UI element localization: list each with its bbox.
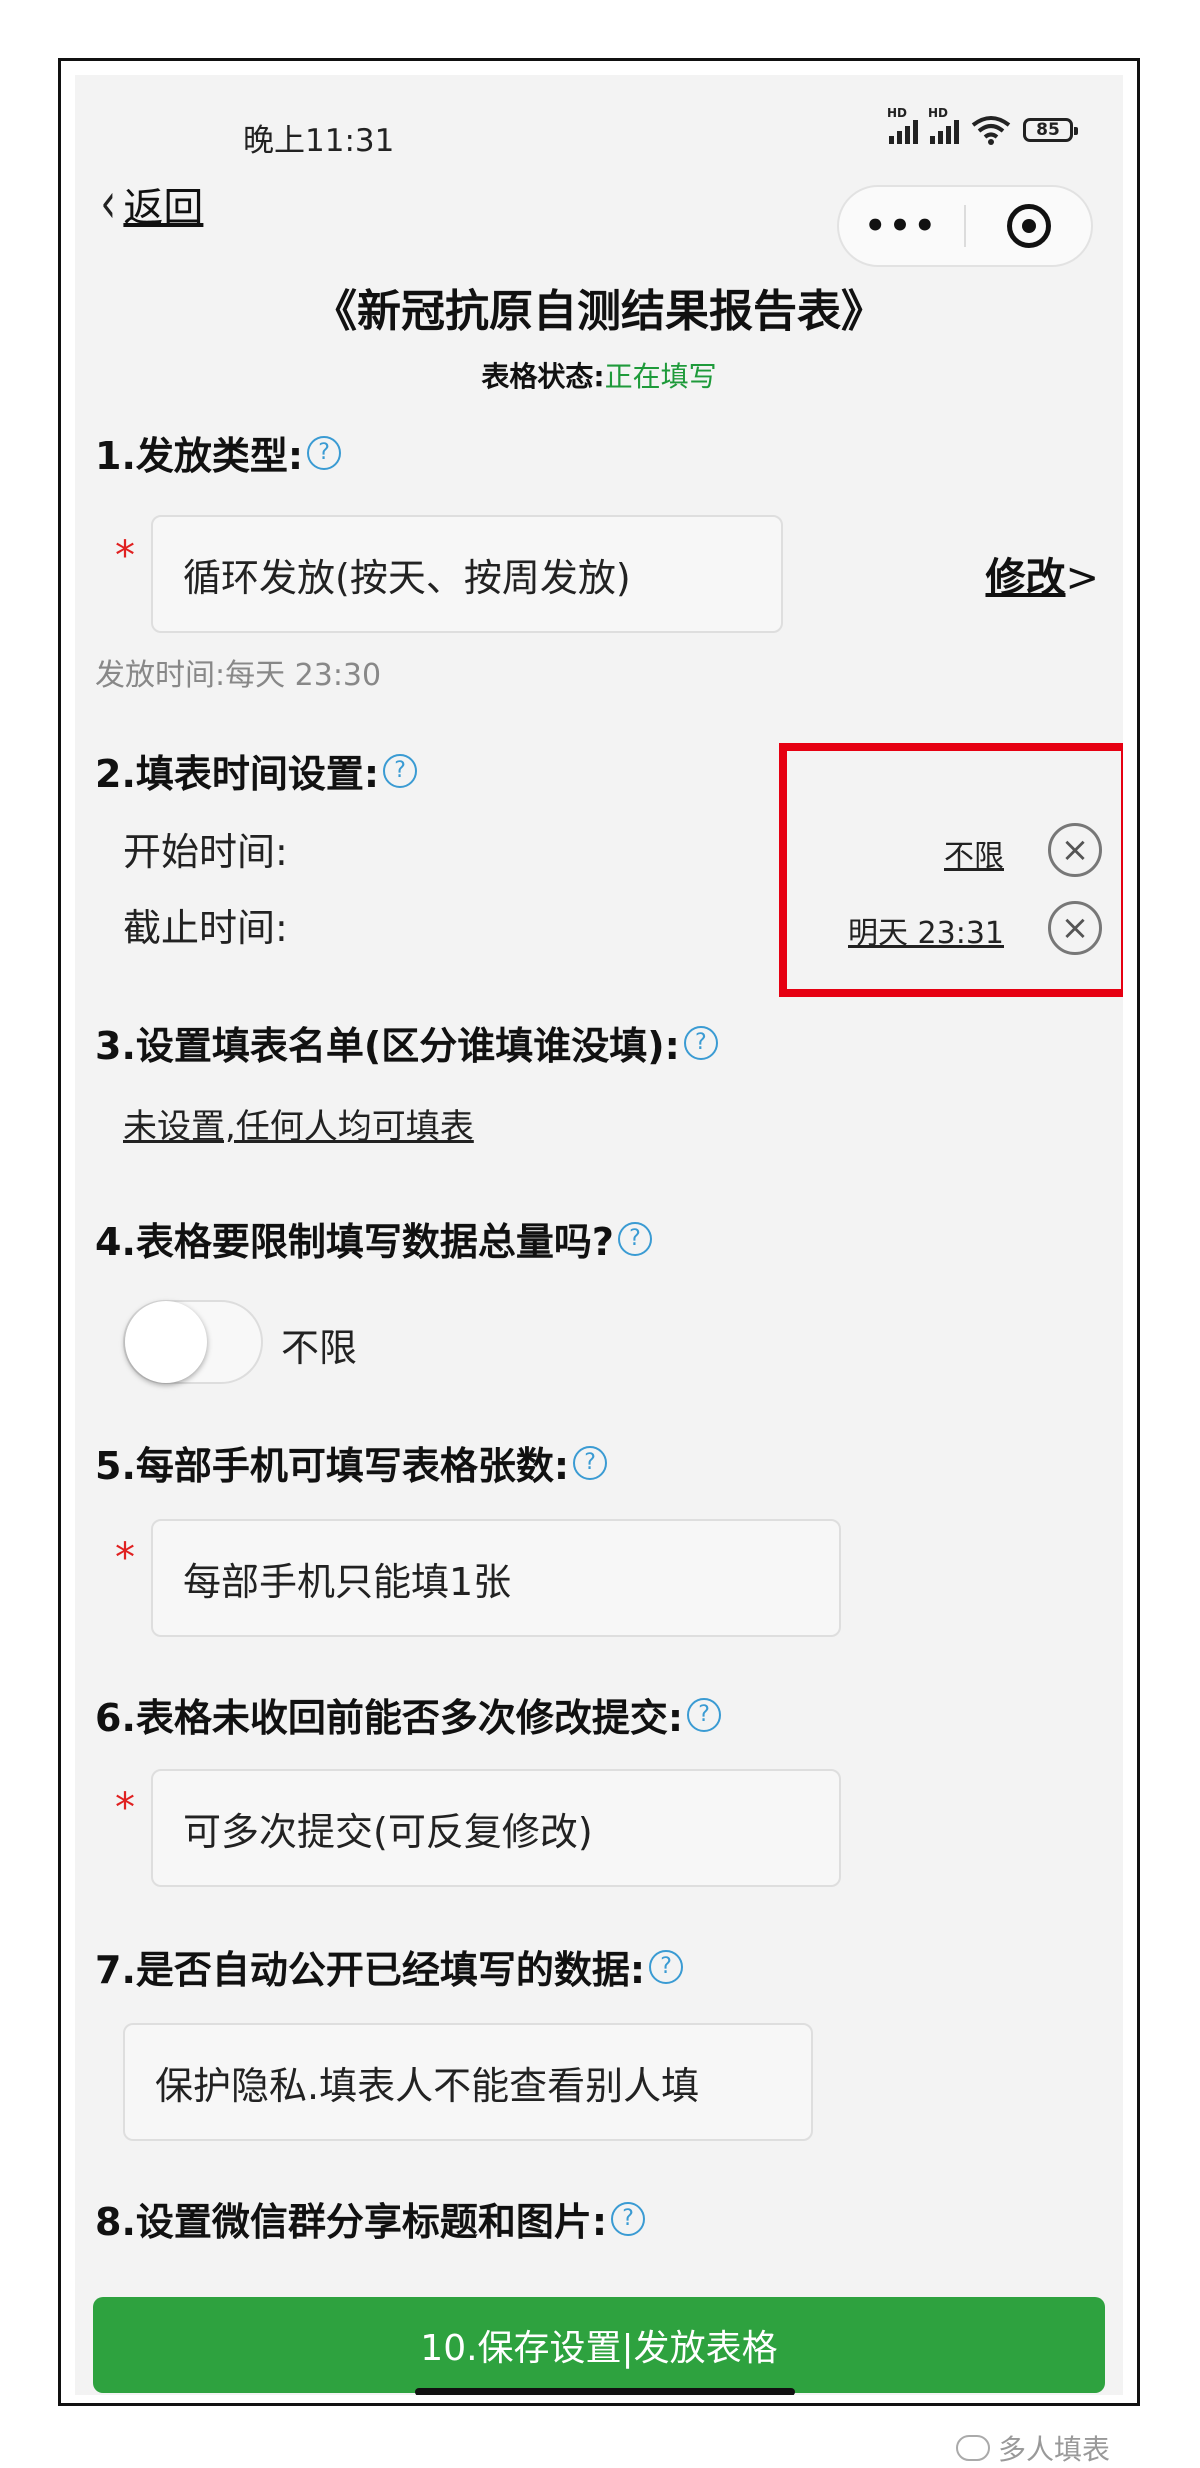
signal-icon: HD: [928, 106, 959, 144]
home-indicator: [415, 2388, 795, 2395]
screenshot-frame: 晚上11:31 HD HD 85 ‹ 返回 ••• 《新冠抗原自测结果报告表》 …: [58, 58, 1140, 2406]
help-icon[interactable]: ?: [307, 435, 342, 470]
section-7-title: 7.是否自动公开已经填写的数据: ?: [95, 1939, 684, 1994]
required-mark: *: [115, 533, 135, 579]
section-8-title: 8.设置微信群分享标题和图片: ?: [95, 2191, 646, 2246]
more-icon[interactable]: •••: [839, 206, 964, 246]
form-status-label: 表格状态:: [481, 360, 605, 393]
end-time-value[interactable]: 明天 23:31: [848, 908, 1004, 952]
per-phone-limit-select[interactable]: 每部手机只能填1张: [151, 1519, 841, 1637]
chevron-left-icon: ‹: [100, 171, 117, 236]
form-status-value: 正在填写: [604, 360, 717, 393]
form-status: 表格状态:正在填写: [75, 355, 1123, 395]
help-icon[interactable]: ?: [383, 753, 418, 788]
wechat-icon: [955, 2435, 990, 2461]
section-2-title: 2.填表时间设置: ?: [95, 743, 418, 798]
close-miniprogram-button[interactable]: [966, 204, 1091, 248]
section-3-title: 3.设置填表名单(区分谁填谁没填): ?: [95, 1015, 718, 1070]
page-title: 《新冠抗原自测结果报告表》: [313, 286, 885, 337]
battery-icon: 85: [1023, 118, 1078, 142]
required-mark: *: [115, 1785, 135, 1831]
target-icon: [1006, 204, 1051, 248]
help-icon[interactable]: ?: [617, 1221, 652, 1256]
section-4-title: 4.表格要限制填写数据总量吗? ?: [95, 1211, 652, 1266]
end-time-label: 截止时间:: [123, 906, 288, 950]
required-mark: *: [115, 1535, 135, 1581]
start-time-value[interactable]: 不限: [944, 831, 1004, 875]
clear-icon[interactable]: ×: [1048, 901, 1102, 955]
toggle-label: 不限: [281, 1326, 358, 1370]
watermark: 多人填表: [955, 2428, 1110, 2468]
clear-icon[interactable]: ×: [1048, 823, 1102, 877]
status-time: 晚上11:31: [243, 123, 395, 159]
back-label: 返回: [123, 185, 204, 231]
phone-screen: 晚上11:31 HD HD 85 ‹ 返回 ••• 《新冠抗原自测结果报告表》 …: [75, 75, 1123, 2395]
help-icon[interactable]: ?: [683, 1025, 718, 1060]
fill-list-link[interactable]: 未设置,任何人均可填表: [123, 1099, 474, 1148]
save-and-distribute-button[interactable]: 10.保存设置|发放表格: [93, 2297, 1105, 2393]
section-6-title: 6.表格未收回前能否多次修改提交: ?: [95, 1687, 722, 1742]
start-time-label: 开始时间:: [123, 830, 288, 874]
status-icons: HD HD 85: [887, 106, 1078, 145]
toggle-knob: [125, 1301, 207, 1383]
multiple-submit-select[interactable]: 可多次提交(可反复修改): [151, 1769, 841, 1887]
help-icon[interactable]: ?: [611, 2201, 646, 2236]
data-visibility-select[interactable]: 保护隐私.填表人不能查看别人填: [123, 2023, 813, 2141]
help-icon[interactable]: ?: [687, 1697, 722, 1732]
limit-total-toggle[interactable]: [123, 1300, 263, 1384]
wifi-icon: [971, 116, 1011, 145]
section-5-title: 5.每部手机可填写表格张数: ?: [95, 1435, 608, 1490]
back-button[interactable]: ‹ 返回: [97, 175, 203, 233]
watermark-text: 多人填表: [997, 2433, 1110, 2466]
modify-link[interactable]: 修改>: [985, 545, 1099, 603]
signal-icon: HD: [887, 106, 918, 144]
help-icon[interactable]: ?: [649, 1949, 684, 1984]
distribution-time-note: 发放时间:每天 23:30: [95, 658, 382, 693]
distribution-type-select[interactable]: 循环发放(按天、按周发放): [151, 515, 783, 633]
miniprogram-capsule: •••: [837, 185, 1093, 267]
help-icon[interactable]: ?: [573, 1445, 608, 1480]
section-1-title: 1.发放类型: ?: [95, 425, 342, 480]
